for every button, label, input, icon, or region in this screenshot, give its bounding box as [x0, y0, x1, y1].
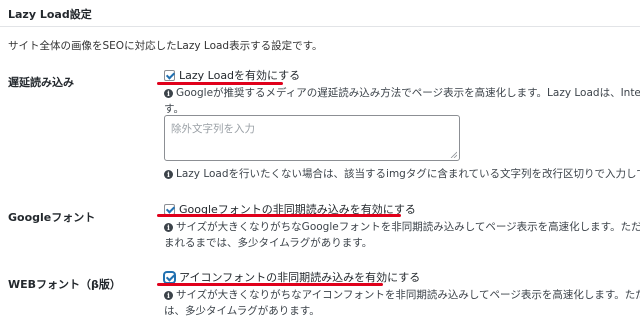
section-description: サイト全体の画像をSEOに対応したLazy Load表示する設定です。: [8, 40, 323, 52]
info-icon: i: [164, 291, 173, 300]
info-icon: i: [164, 223, 173, 232]
web-font-checkbox[interactable]: [164, 271, 175, 283]
web-font-help-cont: は、多少タイムラグがあります。: [164, 305, 320, 317]
google-font-label: Googleフォント: [8, 211, 96, 224]
resize-grip-icon[interactable]: [450, 151, 457, 158]
google-font-checkbox[interactable]: [164, 203, 175, 215]
web-font-help: i サイズが大きくなりがちなアイコンフォントを非同期読み込みしてページ表示を高速化…: [164, 288, 640, 303]
annotation-underline: [157, 283, 383, 286]
exclude-strings-textarea[interactable]: 除外文字列を入力: [164, 115, 460, 161]
lazy-load-help: i Googleが推奨するメディアの遅延読み込み方法でページ表示を高速化します。L…: [164, 86, 640, 101]
exclude-help: i Lazy Loadを行いたくない場合は、該当するimgタグに含まれている文字列…: [164, 167, 640, 182]
info-icon: i: [164, 170, 173, 179]
google-font-help: i サイズが大きくなりがちなGoogleフォントを非同期読み込みしてページ表示を高…: [164, 220, 640, 235]
lazy-load-help-cont: す。: [164, 103, 184, 115]
info-icon: i: [164, 89, 173, 98]
section-header: Lazy Load設定: [0, 0, 640, 27]
lazy-load-checkbox[interactable]: [164, 69, 175, 81]
exclude-strings-placeholder: 除外文字列を入力: [171, 123, 255, 135]
google-font-help-cont: まれるまでは、多少タイムラグがあります。: [164, 237, 373, 249]
lazy-load-checkbox-label[interactable]: Lazy Loadを有効にする: [179, 67, 300, 83]
web-font-label: WEBフォント（β版）: [8, 278, 121, 291]
annotation-underline: [157, 214, 401, 217]
annotation-underline: [157, 82, 283, 85]
section-title: Lazy Load設定: [8, 8, 92, 21]
lazy-load-label: 遅延読み込み: [8, 76, 74, 89]
